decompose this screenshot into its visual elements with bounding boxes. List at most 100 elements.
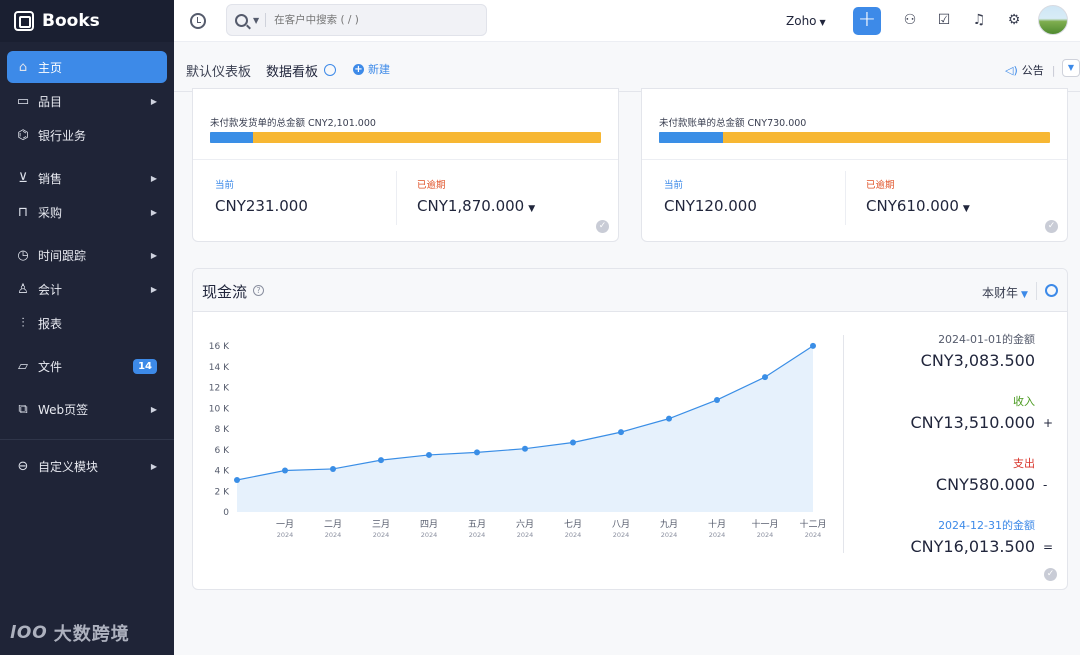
data-point [330, 465, 336, 472]
sidebar-nav: ⌂ 主页 ▭ 品目 ▶ ⌬ 银行业务 ⊻ 销售 ▶ ⊓ 采购 ▶ ◷ 时间跟踪 … [0, 42, 174, 482]
bag-icon: ▭ [16, 93, 30, 109]
search-icon[interactable] [235, 13, 248, 27]
cart-icon: ⊻ [18, 170, 28, 186]
sidebar-item-purchases[interactable]: ⊓ 采购 ▶ [7, 196, 167, 228]
divider [1036, 282, 1037, 300]
x-tick-label: 四月 [420, 519, 438, 530]
y-tick-label: 8 K [215, 425, 231, 435]
cashflow-card: 现金流 ? 本财年 ▼ 0 2 K 4 K 6 K 8 K 10 K 12 K 14 K 16 K… [192, 268, 1068, 590]
x-tick-label: 十月 [708, 518, 726, 530]
sidebar-item-time-tracking[interactable]: ◷ 时间跟踪 ▶ [7, 239, 167, 271]
help-icon[interactable]: ? [253, 285, 264, 296]
org-name: Zoho [786, 14, 817, 28]
income-label: 收入 [1013, 395, 1035, 408]
x-tick-label: 十二月 [799, 518, 826, 530]
watermark-text: 大数跨境 [53, 624, 130, 645]
chevron-right-icon: ▶ [150, 404, 157, 414]
data-point [810, 342, 816, 349]
watermark: lOO 大数跨境 [10, 620, 130, 646]
divider: | [1051, 63, 1056, 77]
search-input[interactable] [274, 14, 475, 26]
chevron-right-icon: ▶ [150, 173, 157, 183]
speaker-icon: ◁) [1005, 63, 1018, 77]
top-bar: ▼ Zoho▼ + ⚇ ☑ ♫ ⚙ [174, 0, 1080, 42]
cashflow-header: 现金流 ? 本财年 ▼ [193, 269, 1067, 312]
watermark-logo-icon: lOO [10, 623, 48, 643]
closing-balance-amount: CNY16,013.500 [910, 537, 1035, 556]
receivables-current-fill [210, 132, 253, 143]
x-tick-label: 三月 [372, 519, 390, 530]
data-point [282, 467, 288, 474]
sidebar-item-sales[interactable]: ⊻ 销售 ▶ [7, 162, 167, 194]
settings-icon[interactable] [1045, 284, 1058, 297]
x-tick-year-label: 2024 [565, 531, 582, 539]
divider [193, 159, 618, 160]
search-box[interactable]: ▼ [226, 4, 487, 36]
history-icon[interactable] [190, 12, 206, 29]
y-tick-label: 2 K [215, 487, 231, 497]
app-name: Books [42, 11, 100, 31]
period-selector[interactable]: 本财年 ▼ [982, 284, 1028, 301]
x-tick-year-label: 2024 [325, 531, 342, 539]
tab-settings-icon[interactable] [324, 64, 336, 76]
y-tick-label: 12 K [209, 384, 230, 394]
caret-down-icon: ▼ [528, 204, 536, 214]
x-tick-label: 七月 [564, 519, 582, 530]
bell-icon[interactable]: ♫ [970, 11, 988, 29]
users-icon[interactable]: ⚇ [901, 11, 919, 29]
sidebar-item-label: 时间跟踪 [38, 248, 87, 263]
home-icon: ⌂ [18, 59, 28, 75]
x-tick-label: 九月 [660, 519, 678, 530]
checklist-icon[interactable]: ☑ [935, 11, 953, 29]
gear-icon[interactable]: ⚙ [1005, 11, 1023, 29]
sidebar-item-reports[interactable]: ⫶ 报表 [7, 307, 167, 339]
org-switcher[interactable]: Zoho ▼ [786, 14, 826, 28]
sidebar-item-documents[interactable]: ▱ 文件 14 [7, 350, 167, 382]
x-tick-year-label: 2024 [709, 531, 726, 539]
data-point [666, 415, 672, 422]
x-tick-label: 六月 [516, 518, 534, 530]
receivables-total-label: 未付款发货单的总金额 CNY2,101.000 [210, 118, 376, 129]
x-tick-label: 八月 [612, 519, 630, 530]
data-point [378, 457, 384, 464]
x-tick-year-label: 2024 [517, 531, 534, 539]
sidebar-item-custom-modules[interactable]: ⊖ 自定义模块 ▶ [7, 450, 167, 482]
announcements-button[interactable]: ◁) 公告 | [1005, 62, 1055, 78]
sidebar-item-label: 主页 [38, 60, 63, 75]
sidebar-item-home[interactable]: ⌂ 主页 [7, 51, 167, 83]
chevron-right-icon: ▶ [150, 207, 157, 217]
sidebar-item-web-tabs[interactable]: ⧉ Web页签 ▶ [7, 393, 167, 425]
count-badge: 14 [133, 358, 157, 374]
clock-icon: ◷ [17, 247, 29, 263]
income-amount: CNY13,510.000 [910, 413, 1035, 432]
sidebar-item-items[interactable]: ▭ 品目 ▶ [7, 85, 167, 117]
overdue-amount: CNY610.000 [866, 197, 959, 215]
quick-create-button[interactable]: + [853, 7, 881, 35]
data-point [618, 429, 624, 436]
divider [0, 387, 174, 388]
tab-data-board[interactable]: 数据看板 [266, 61, 318, 80]
sidebar-item-accountant[interactable]: ♙ 会计 ▶ [7, 273, 167, 305]
tab-default-dashboard[interactable]: 默认仪表板 [186, 61, 251, 80]
chevron-right-icon: ▶ [150, 96, 157, 106]
cashflow-title: 现金流 [202, 283, 248, 301]
y-tick-label: 6 K [215, 446, 231, 456]
y-tick-label: 16 K [209, 342, 230, 352]
brand[interactable]: Books [0, 0, 174, 42]
sidebar-item-banking[interactable]: ⌬ 银行业务 [7, 119, 167, 151]
new-dashboard-link[interactable]: + 新建 [353, 61, 390, 77]
chevron-down-icon[interactable]: ▼ [253, 16, 259, 25]
chevron-down-icon[interactable]: ▼ [1062, 59, 1080, 77]
y-tick-label: 4 K [215, 467, 231, 477]
avatar[interactable] [1038, 5, 1068, 35]
x-tick-year-label: 2024 [661, 531, 678, 539]
expense-label: 支出 [1013, 457, 1035, 470]
equals-operator: = [1043, 540, 1054, 554]
y-tick-label: 0 [223, 508, 229, 518]
payables-progress-bar [659, 132, 1050, 143]
overdue-amount-dropdown[interactable]: CNY610.000 ▼ [866, 197, 970, 215]
overdue-amount-dropdown[interactable]: CNY1,870.000 ▼ [417, 197, 535, 215]
divider [843, 335, 844, 553]
divider [265, 13, 267, 27]
cashflow-area [237, 345, 813, 512]
